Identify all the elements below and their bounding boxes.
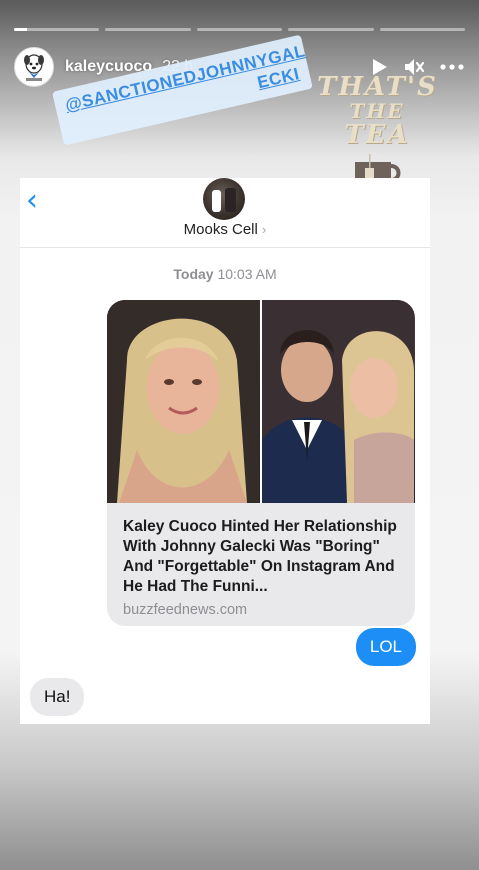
progress-fill <box>14 28 27 31</box>
contact-avatar[interactable] <box>203 178 245 220</box>
progress-segment <box>288 28 374 31</box>
link-domain: buzzfeednews.com <box>123 601 248 618</box>
photo-left <box>107 300 260 503</box>
photo-right <box>262 300 415 503</box>
tea-line-2: THE <box>349 99 405 124</box>
progress-segment <box>196 28 283 31</box>
timestamp-time: 10:03 AM <box>217 266 277 282</box>
incoming-message[interactable]: Ha! <box>30 678 85 716</box>
conversation-header: ‹ Mooks Cell › <box>20 178 430 248</box>
link-preview-text: Kaley Cuoco Hinted Her Relationship With… <box>107 503 415 618</box>
more-icon[interactable] <box>439 57 465 77</box>
tea-line-3: TEA <box>344 120 410 151</box>
progress-segment <box>379 28 466 31</box>
link-preview-bubble[interactable]: Kaley Cuoco Hinted Her Relationship With… <box>107 300 415 626</box>
link-title: Kaley Cuoco Hinted Her Relationship With… <box>123 518 397 596</box>
chevron-right-icon: › <box>262 222 267 237</box>
back-chevron-icon[interactable]: ‹ <box>26 183 38 218</box>
progress-segment <box>14 28 100 31</box>
story-progress <box>14 28 466 31</box>
imessage-screenshot: ‹ Mooks Cell › Today 10:03 AM Kaley Cuoc… <box>20 178 430 724</box>
timestamp-day: Today <box>173 266 214 282</box>
dog-avatar-icon <box>24 54 44 81</box>
tea-line-1: THAT'S <box>317 72 438 102</box>
link-preview-image <box>107 300 415 503</box>
progress-segment <box>105 28 191 31</box>
contact-name: Mooks Cell <box>183 221 258 238</box>
message-timestamp: Today 10:03 AM <box>20 266 430 282</box>
profile-avatar[interactable] <box>14 47 54 87</box>
outgoing-message[interactable]: LOL <box>355 628 416 666</box>
contact-name-row[interactable]: Mooks Cell › <box>20 221 430 238</box>
